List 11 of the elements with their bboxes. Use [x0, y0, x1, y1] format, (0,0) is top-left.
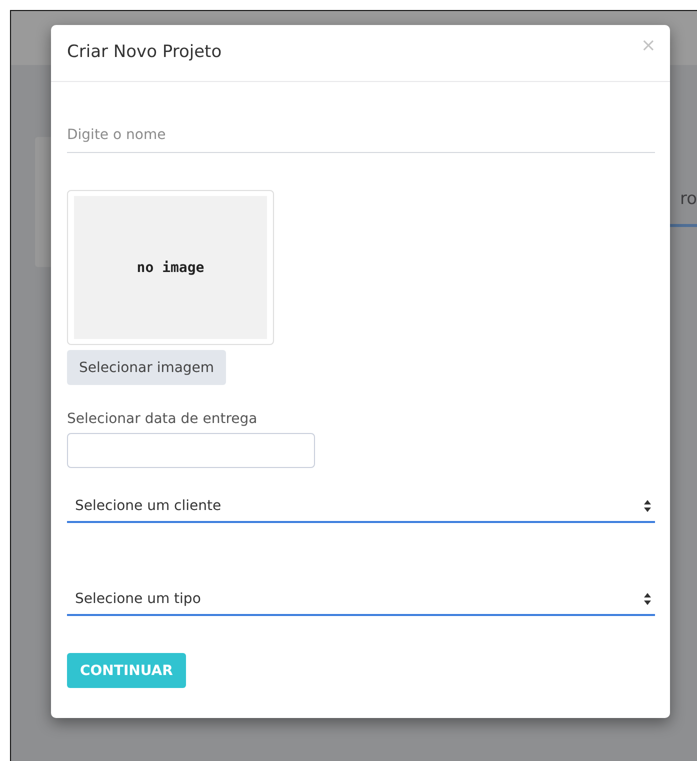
sort-arrows-icon [644, 592, 651, 604]
modal-title: Criar Novo Projeto [67, 42, 222, 62]
select-dropdown[interactable]: Selecione um cliente [67, 490, 655, 523]
select-dropdown[interactable]: Selecione um tipo [67, 583, 655, 616]
no-image-text: no image [136, 260, 204, 276]
date-label: Selecionar data de entrega [67, 411, 258, 427]
page-text: ro [680, 189, 697, 209]
date-input-field[interactable] [67, 433, 315, 468]
page-tab-underline [669, 224, 697, 227]
select-image-button[interactable]: Selecionar imagem [67, 350, 226, 385]
sort-arrows-icon [644, 500, 651, 512]
